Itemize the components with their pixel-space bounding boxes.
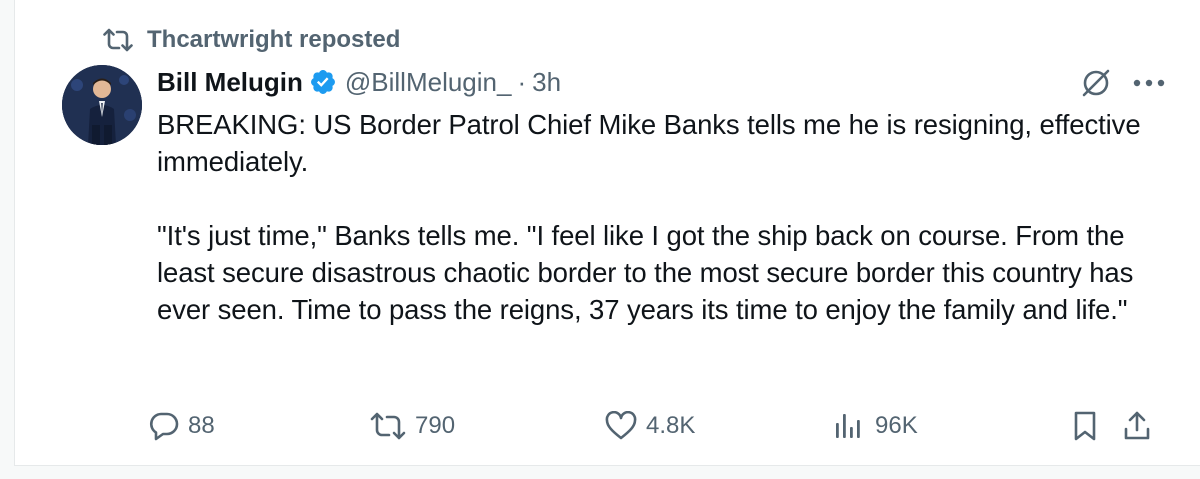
more-options-icon[interactable] [1131, 66, 1167, 100]
repost-icon [369, 411, 407, 441]
reply-icon [148, 410, 180, 442]
avatar[interactable] [62, 65, 142, 145]
views-icon [833, 411, 867, 441]
view-count: 96K [875, 412, 918, 439]
share-icon [1121, 410, 1153, 442]
post-card[interactable]: Thcartwright reposted Bill Melugin @Bill… [14, 0, 1200, 466]
author-display-name[interactable]: Bill Melugin [157, 67, 303, 98]
repost-count: 790 [415, 412, 456, 439]
author-handle[interactable]: @BillMelugin_ [345, 67, 512, 98]
reply-button[interactable]: 88 [148, 406, 215, 446]
repost-label[interactable]: Thcartwright reposted [147, 26, 400, 54]
header-separator: · [517, 66, 527, 97]
verified-badge-icon[interactable] [309, 68, 337, 96]
like-button[interactable]: 4.8K [604, 406, 695, 446]
post-actions: 88 790 4.8K 96K [15, 406, 1200, 446]
reply-count: 88 [188, 412, 215, 439]
repost-button[interactable]: 790 [369, 406, 455, 446]
post-text: BREAKING: US Border Patrol Chief Mike Ba… [157, 109, 1141, 325]
bookmark-button[interactable] [1070, 406, 1100, 446]
bookmark-icon [1070, 410, 1100, 442]
like-count: 4.8K [646, 412, 696, 439]
grok-icon[interactable] [1079, 66, 1113, 100]
post-timestamp[interactable]: 3h [532, 67, 561, 98]
share-button[interactable] [1121, 406, 1153, 446]
page-background-strip [0, 466, 1200, 479]
post-header: Bill Melugin @BillMelugin_ · 3h [157, 62, 561, 102]
heart-icon [604, 411, 638, 441]
repost-icon [103, 27, 133, 53]
repost-context[interactable]: Thcartwright reposted [103, 24, 400, 56]
views-button[interactable]: 96K [833, 406, 918, 446]
